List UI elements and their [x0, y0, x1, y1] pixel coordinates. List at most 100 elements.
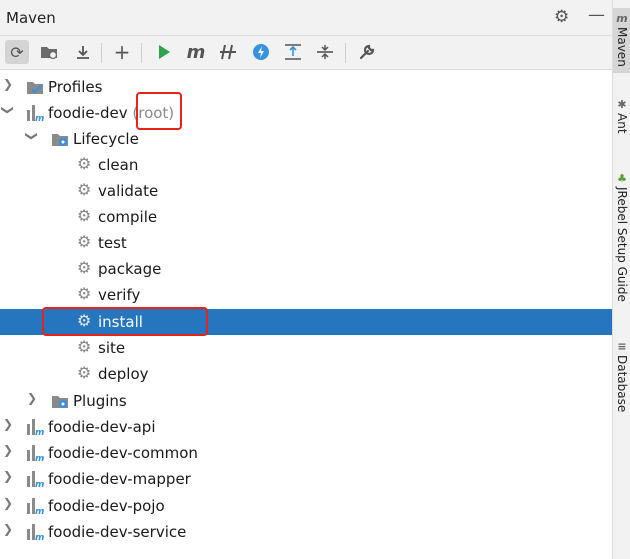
- gear-icon: ⚙: [77, 180, 92, 199]
- toolbar-separator: [101, 43, 102, 63]
- database-icon: ≡: [617, 340, 627, 353]
- maven-icon: m: [616, 12, 628, 25]
- chevron-right-icon[interactable]: ❯: [2, 496, 14, 510]
- tree-label: Plugins: [73, 392, 127, 410]
- svg-text:m: m: [35, 507, 44, 515]
- settings-wrench-icon[interactable]: [355, 40, 379, 64]
- gear-icon: ⚙: [77, 258, 92, 277]
- jrebel-icon: ♣: [617, 172, 627, 185]
- add-icon[interactable]: +: [110, 40, 134, 64]
- goal-label: test: [98, 234, 127, 252]
- maven-tool-window: Maven ⚙ — ⟳ + m ❯ Profiles ❯ m foodie-de…: [0, 0, 612, 559]
- run-icon[interactable]: [152, 40, 176, 64]
- side-tab-label: Ant: [615, 113, 629, 134]
- lifecycle-folder-icon: [51, 130, 69, 148]
- chevron-right-icon[interactable]: ❯: [26, 391, 38, 405]
- side-tab-ant[interactable]: ✱ Ant: [613, 98, 630, 134]
- toolbar: ⟳ + m: [0, 36, 612, 70]
- lifecycle-goal-compile[interactable]: ⚙ compile: [0, 204, 612, 230]
- tree-label: Profiles: [48, 78, 103, 96]
- side-tab-maven[interactable]: m Maven: [613, 8, 630, 73]
- tree-label: foodie-dev-api: [48, 418, 156, 436]
- side-tab-database[interactable]: ≡ Database: [613, 340, 630, 412]
- maven-module-icon: m: [26, 523, 44, 543]
- collapse-all-icon[interactable]: [313, 40, 337, 64]
- lifecycle-goal-deploy[interactable]: ⚙ deploy: [0, 361, 612, 387]
- svg-text:m: m: [35, 114, 44, 122]
- maven-module-icon: m: [26, 444, 44, 464]
- chevron-right-icon[interactable]: ❯: [2, 417, 14, 431]
- gear-icon: ⚙: [77, 206, 92, 225]
- window-title: Maven: [6, 9, 56, 27]
- toolbar-separator: [141, 43, 142, 63]
- annotation-box-root: [136, 92, 182, 130]
- tree-node-module-pojo[interactable]: ❯ m foodie-dev-pojo: [0, 493, 612, 519]
- goal-label: validate: [98, 182, 159, 200]
- minimize-icon[interactable]: —: [588, 6, 605, 24]
- tree-node-lifecycle[interactable]: ❯ Lifecycle: [0, 126, 612, 152]
- tree-label: Lifecycle: [73, 130, 139, 148]
- chevron-right-icon[interactable]: ❯: [2, 522, 14, 536]
- gear-icon[interactable]: ⚙: [554, 8, 569, 26]
- side-tab-label: JRebel Setup Guide: [615, 187, 629, 302]
- svg-text:m: m: [35, 533, 44, 541]
- lifecycle-goal-package[interactable]: ⚙ package: [0, 256, 612, 282]
- svg-text:m: m: [35, 428, 44, 436]
- goal-label: deploy: [98, 365, 149, 383]
- lifecycle-goal-validate[interactable]: ⚙ validate: [0, 178, 612, 204]
- svg-text:m: m: [35, 480, 44, 488]
- toolbar-separator: [345, 43, 346, 63]
- lifecycle-goal-clean[interactable]: ⚙ clean: [0, 152, 612, 178]
- chevron-down-icon[interactable]: ❯: [1, 104, 15, 116]
- goal-label: clean: [98, 156, 139, 174]
- expand-all-icon[interactable]: [281, 40, 305, 64]
- goal-label: verify: [98, 286, 141, 304]
- gear-icon: ⚙: [77, 363, 92, 382]
- svg-text:m: m: [35, 454, 44, 462]
- tree-label: foodie-dev-pojo: [48, 497, 165, 515]
- tree-node-module-mapper[interactable]: ❯ m foodie-dev-mapper: [0, 466, 612, 492]
- gear-icon: ⚙: [77, 154, 92, 173]
- profiles-icon: [26, 78, 44, 96]
- maven-module-icon: m: [26, 470, 44, 490]
- tree-node-module-service[interactable]: ❯ m foodie-dev-service: [0, 519, 612, 545]
- lifecycle-goal-site[interactable]: ⚙ site: [0, 335, 612, 361]
- tree-node-module-api[interactable]: ❯ m foodie-dev-api: [0, 414, 612, 440]
- maven-module-icon: m: [26, 497, 44, 517]
- download-icon[interactable]: [71, 40, 95, 64]
- annotation-box-install: [42, 307, 208, 336]
- chevron-right-icon[interactable]: ❯: [2, 443, 14, 457]
- add-folder-icon[interactable]: [37, 40, 61, 64]
- offline-mode-icon[interactable]: [249, 40, 273, 64]
- right-tool-stripe: m Maven ✱ Ant ♣ JRebel Setup Guide ≡ Dat…: [612, 0, 630, 559]
- tree-node-root-project[interactable]: ❯ m foodie-dev (root): [0, 100, 612, 126]
- chevron-down-icon[interactable]: ❯: [25, 130, 39, 142]
- maven-module-icon: m: [26, 104, 44, 124]
- chevron-right-icon[interactable]: ❯: [2, 77, 14, 91]
- tree-node-module-common[interactable]: ❯ m foodie-dev-common: [0, 440, 612, 466]
- ant-icon: ✱: [617, 98, 627, 111]
- gear-icon: ⚙: [77, 337, 92, 356]
- lifecycle-goal-verify[interactable]: ⚙ verify: [0, 282, 612, 308]
- side-tab-label: Maven: [615, 27, 629, 67]
- tree-label: foodie-dev-service: [48, 523, 187, 541]
- goal-label: site: [98, 339, 126, 357]
- gear-icon: ⚙: [77, 232, 92, 251]
- reload-icon[interactable]: ⟳: [5, 40, 29, 64]
- maven-module-icon: m: [26, 418, 44, 438]
- goal-label: compile: [98, 208, 158, 226]
- title-bar: Maven ⚙ —: [0, 0, 612, 36]
- goal-label: package: [98, 260, 162, 278]
- chevron-right-icon[interactable]: ❯: [2, 469, 14, 483]
- tree-label: foodie-dev-mapper: [48, 470, 191, 488]
- plugins-folder-icon: [51, 392, 69, 410]
- skip-tests-icon[interactable]: [216, 40, 240, 64]
- lifecycle-goal-test[interactable]: ⚙ test: [0, 230, 612, 256]
- side-tab-jrebel[interactable]: ♣ JRebel Setup Guide: [613, 172, 630, 302]
- tree-node-profiles[interactable]: ❯ Profiles: [0, 74, 612, 100]
- tree-node-plugins[interactable]: ❯ Plugins: [0, 388, 612, 414]
- side-tab-label: Database: [615, 355, 629, 413]
- tree-label: foodie-dev-common: [48, 444, 198, 462]
- gear-icon: ⚙: [77, 284, 92, 303]
- maven-goal-icon[interactable]: m: [184, 40, 208, 64]
